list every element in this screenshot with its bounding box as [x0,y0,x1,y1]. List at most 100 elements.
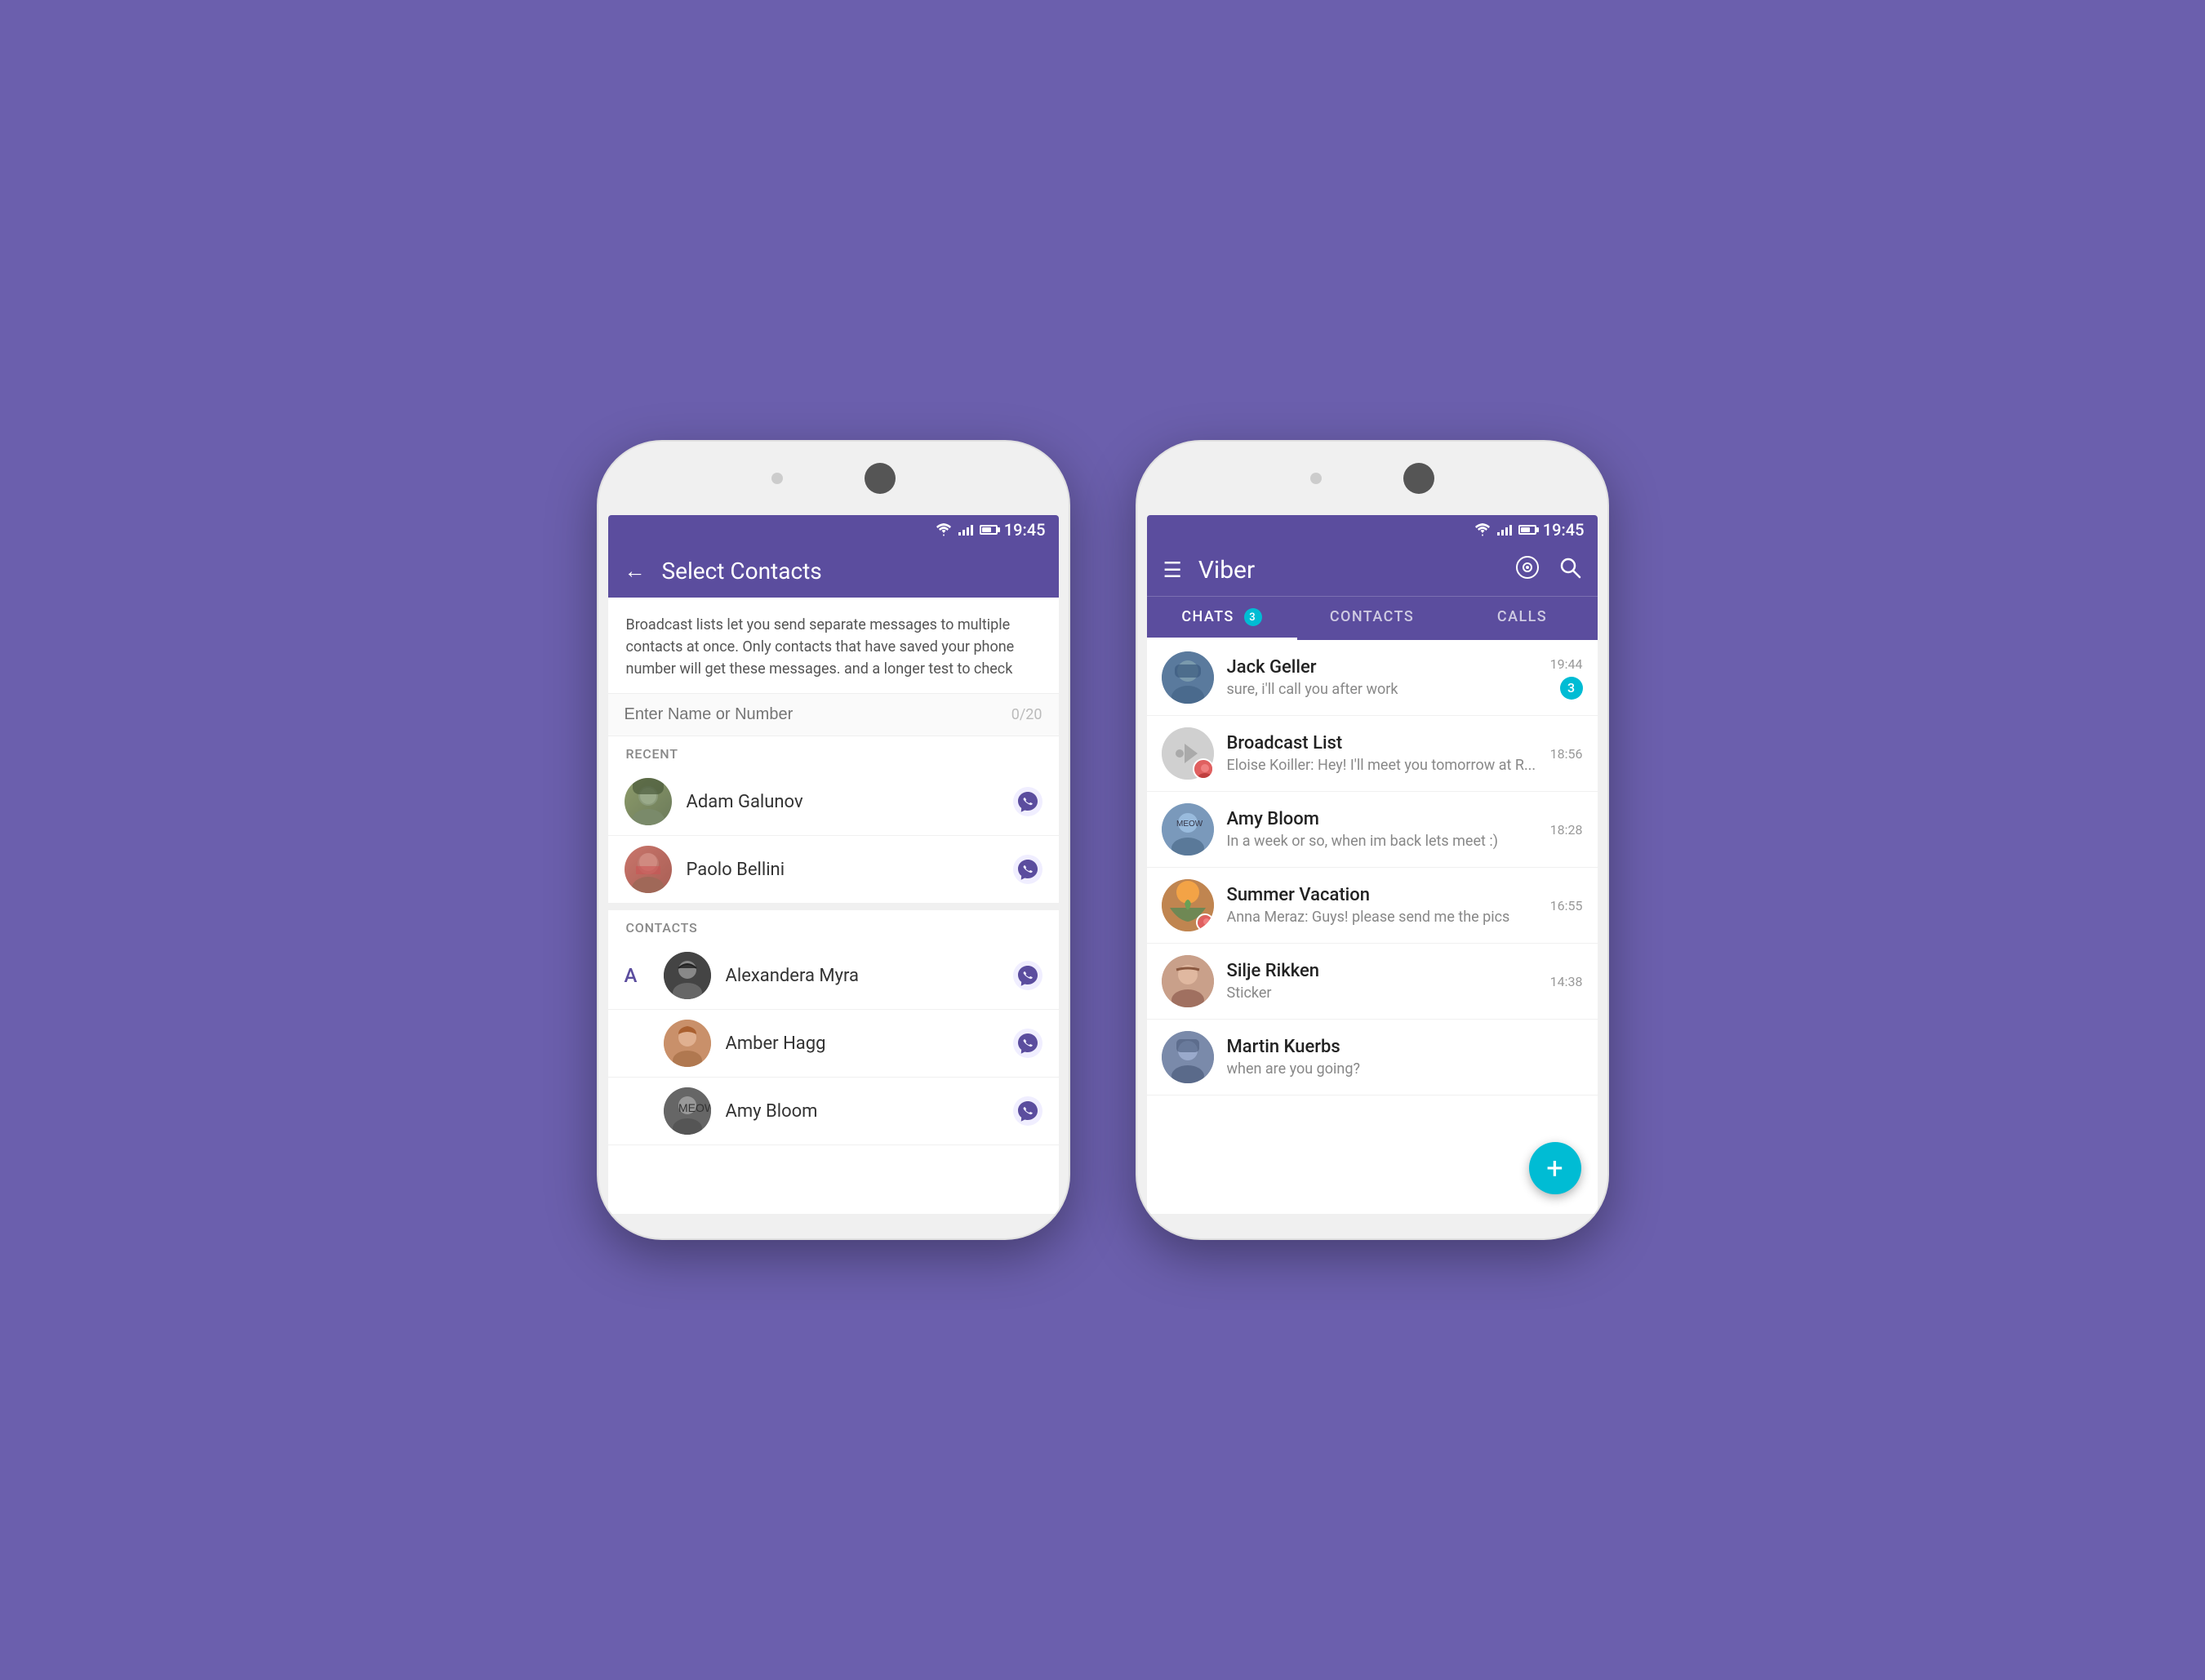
avatar [1162,879,1214,931]
chat-preview: In a week or so, when im back lets meet … [1227,833,1537,850]
status-bar-right: 19:45 [1147,515,1598,544]
chat-time: 18:56 [1550,746,1583,762]
avatar-image [1162,1031,1214,1083]
list-item[interactable]: Martin Kuerbs when are you going? [1147,1020,1598,1096]
viber-icon [1013,1029,1042,1058]
signal-icon [1497,524,1512,536]
list-item[interactable]: Silje Rikken Sticker 14:38 [1147,944,1598,1020]
chat-preview: Eloise Koiller: Hey! I'll meet you tomor… [1227,757,1537,774]
back-button[interactable]: ← [625,558,646,584]
avatar [1162,651,1214,704]
list-item[interactable]: MEOW Amy Bloom In a week or so, when im … [1147,792,1598,868]
avatar-image: MEOW [664,1087,711,1135]
avatar-image [664,1020,711,1067]
tab-contacts[interactable]: CONTACTS [1297,597,1447,640]
chat-name: Amy Bloom [1227,809,1537,829]
contact-name: Paolo Bellini [687,860,998,880]
search-icon[interactable] [1558,556,1581,584]
mini-avatar-summer [1196,913,1214,931]
compose-button[interactable]: + [1529,1142,1581,1194]
status-time-left: 19:45 [1004,520,1046,540]
chat-name: Martin Kuerbs [1227,1037,1570,1057]
front-camera-left [771,473,783,484]
signal-icon [958,524,973,536]
phone-screen-left: 19:45 ← Select Contacts Broadcast lists … [608,515,1059,1214]
tab-calls[interactable]: CALLS [1447,597,1598,640]
broadcast-info-text: Broadcast lists let you send separate me… [608,598,1059,694]
tab-calls-label: CALLS [1497,608,1547,625]
chat-meta: 18:28 [1550,822,1583,838]
avatar [664,952,711,999]
right-phone: 19:45 ☰ Viber [1136,440,1609,1240]
tab-chats[interactable]: CHATS 3 [1147,597,1297,640]
chat-content: Amy Bloom In a week or so, when im back … [1227,809,1537,850]
front-camera-right [1310,473,1322,484]
avatar: MEOW [1162,803,1214,856]
contact-list-left: RECENT Adam Galunov [608,736,1059,1214]
status-bar-left: 19:45 [608,515,1059,544]
avatar [1162,727,1214,780]
search-bar[interactable]: 0/20 [608,694,1059,736]
avatar-image [625,778,672,825]
chat-content: Broadcast List Eloise Koiller: Hey! I'll… [1227,733,1537,774]
mini-avatar [1193,758,1214,780]
search-input[interactable] [625,705,1011,724]
avatar-image [1162,955,1214,1007]
viber-icon [1013,787,1042,816]
chat-preview: when are you going? [1227,1060,1570,1078]
page-title-left: Select Contacts [662,558,822,584]
viber-icon [1013,961,1042,990]
header-icons [1516,556,1581,584]
contacts-label: CONTACTS [608,910,1059,942]
phone-screen-right: 19:45 ☰ Viber [1147,515,1598,1214]
search-icon-svg [1558,556,1581,579]
select-contacts-header: ← Select Contacts [608,544,1059,598]
viber-header: ☰ Viber [1147,544,1598,596]
list-item[interactable]: Jack Geller sure, i'll call you after wo… [1147,640,1598,716]
hamburger-icon[interactable]: ☰ [1163,558,1182,583]
status-icons-right: 19:45 [1474,520,1585,540]
contact-name: Amy Bloom [726,1101,998,1122]
avatar [625,846,672,893]
avatar-image [664,952,711,999]
tab-contacts-label: CONTACTS [1330,608,1414,625]
list-item[interactable]: Summer Vacation Anna Meraz: Guys! please… [1147,868,1598,944]
contact-name: Amber Hagg [726,1033,998,1054]
chat-time: 18:28 [1550,822,1583,838]
chat-name: Broadcast List [1227,733,1537,753]
chat-content: Summer Vacation Anna Meraz: Guys! please… [1227,885,1537,926]
list-item[interactable]: Adam Galunov [608,768,1059,836]
status-time-right: 19:45 [1543,520,1585,540]
list-item[interactable]: A Alexandera Myra [608,942,1059,1010]
chat-meta: 19:44 3 [1550,656,1583,700]
qr-code-icon[interactable] [1516,556,1539,584]
chat-content: Jack Geller sure, i'll call you after wo… [1227,657,1537,698]
contact-name: Alexandera Myra [726,966,998,986]
contact-name: Adam Galunov [687,792,998,812]
svg-text:MEOW: MEOW [1176,820,1203,829]
tab-chats-label: CHATS [1181,608,1234,625]
viber-icon [1013,855,1042,884]
avatar [1162,1031,1214,1083]
home-button-left [865,463,896,494]
avatar [625,778,672,825]
chat-preview: Anna Meraz: Guys! please send me the pic… [1227,909,1537,926]
avatar-image [1162,651,1214,704]
list-item[interactable]: Paolo Bellini [608,836,1059,904]
battery-icon [1518,525,1536,535]
chat-meta: 16:55 [1550,898,1583,913]
alpha-label: A [625,964,649,987]
avatar: MEOW [664,1087,711,1135]
wifi-icon [936,523,952,536]
list-item[interactable]: Broadcast List Eloise Koiller: Hey! I'll… [1147,716,1598,792]
phone-top-left [598,442,1069,515]
list-item[interactable]: A Amber Hagg [608,1010,1059,1078]
qr-icon-svg [1516,556,1539,579]
chat-meta: 14:38 [1550,974,1583,989]
contacts-section: CONTACTS A Alexandera Myra [608,904,1059,1145]
chat-name: Jack Geller [1227,657,1537,678]
home-button-right [1403,463,1434,494]
viber-icon [1013,1096,1042,1126]
list-item[interactable]: A MEOW Amy Bloom [608,1078,1059,1145]
chat-preview: Sticker [1227,984,1537,1002]
